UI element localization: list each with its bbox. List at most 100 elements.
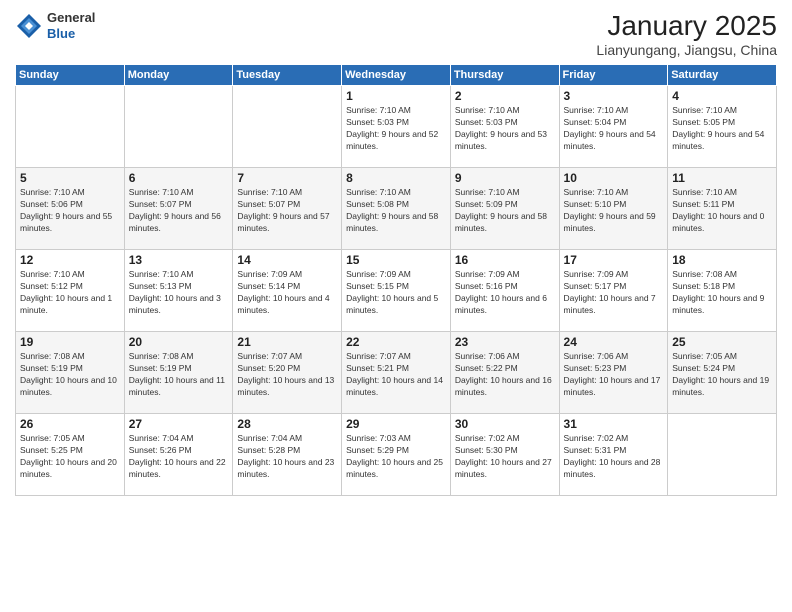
- day-info: Sunrise: 7:10 AM Sunset: 5:07 PM Dayligh…: [237, 187, 337, 235]
- day-info: Sunrise: 7:04 AM Sunset: 5:26 PM Dayligh…: [129, 433, 229, 481]
- day-number: 7: [237, 171, 337, 185]
- calendar-cell: 19 Sunrise: 7:08 AM Sunset: 5:19 PM Dayli…: [16, 332, 125, 414]
- calendar-cell: 14 Sunrise: 7:09 AM Sunset: 5:14 PM Dayli…: [233, 250, 342, 332]
- calendar-cell: 3Sunrise: 7:10 AM Sunset: 5:04 PM Daylig…: [559, 86, 668, 168]
- calendar-cell: 6 Sunrise: 7:10 AM Sunset: 5:07 PM Daylig…: [124, 168, 233, 250]
- calendar-cell: 8 Sunrise: 7:10 AM Sunset: 5:08 PM Daylig…: [342, 168, 451, 250]
- calendar-week-3: 19 Sunrise: 7:08 AM Sunset: 5:19 PM Dayli…: [16, 332, 777, 414]
- day-info: Sunrise: 7:10 AM Sunset: 5:11 PM Dayligh…: [672, 187, 772, 235]
- day-number: 28: [237, 417, 337, 431]
- col-friday: Friday: [559, 65, 668, 86]
- calendar-cell: 15Sunrise: 7:09 AM Sunset: 5:15 PM Dayli…: [342, 250, 451, 332]
- col-saturday: Saturday: [668, 65, 777, 86]
- day-number: 1: [346, 89, 446, 103]
- calendar: Sunday Monday Tuesday Wednesday Thursday…: [15, 64, 777, 496]
- calendar-week-2: 12Sunrise: 7:10 AM Sunset: 5:12 PM Dayli…: [16, 250, 777, 332]
- header: General Blue January 2025 Lianyungang, J…: [15, 10, 777, 58]
- day-number: 26: [20, 417, 120, 431]
- day-info: Sunrise: 7:07 AM Sunset: 5:20 PM Dayligh…: [237, 351, 337, 399]
- day-number: 24: [564, 335, 664, 349]
- calendar-cell: 21Sunrise: 7:07 AM Sunset: 5:20 PM Dayli…: [233, 332, 342, 414]
- calendar-cell: 31Sunrise: 7:02 AM Sunset: 5:31 PM Dayli…: [559, 414, 668, 496]
- calendar-cell: 27 Sunrise: 7:04 AM Sunset: 5:26 PM Dayli…: [124, 414, 233, 496]
- day-number: 17: [564, 253, 664, 267]
- calendar-cell: 29Sunrise: 7:03 AM Sunset: 5:29 PM Dayli…: [342, 414, 451, 496]
- day-info: Sunrise: 7:10 AM Sunset: 5:09 PM Dayligh…: [455, 187, 555, 235]
- day-info: Sunrise: 7:06 AM Sunset: 5:22 PM Dayligh…: [455, 351, 555, 399]
- day-info: Sunrise: 7:10 AM Sunset: 5:08 PM Dayligh…: [346, 187, 446, 235]
- day-info: Sunrise: 7:07 AM Sunset: 5:21 PM Dayligh…: [346, 351, 446, 399]
- day-number: 18: [672, 253, 772, 267]
- calendar-cell: 5Sunrise: 7:10 AM Sunset: 5:06 PM Daylig…: [16, 168, 125, 250]
- day-number: 12: [20, 253, 120, 267]
- day-number: 29: [346, 417, 446, 431]
- day-number: 27: [129, 417, 229, 431]
- calendar-cell: 24 Sunrise: 7:06 AM Sunset: 5:23 PM Dayli…: [559, 332, 668, 414]
- calendar-cell: 26 Sunrise: 7:05 AM Sunset: 5:25 PM Dayli…: [16, 414, 125, 496]
- calendar-cell: 18 Sunrise: 7:08 AM Sunset: 5:18 PM Dayli…: [668, 250, 777, 332]
- calendar-cell: 20Sunrise: 7:08 AM Sunset: 5:19 PM Dayli…: [124, 332, 233, 414]
- day-info: Sunrise: 7:06 AM Sunset: 5:23 PM Dayligh…: [564, 351, 664, 399]
- calendar-cell: [16, 86, 125, 168]
- calendar-cell: 1 Sunrise: 7:10 AM Sunset: 5:03 PM Daylig…: [342, 86, 451, 168]
- title-block: January 2025 Lianyungang, Jiangsu, China: [596, 10, 777, 58]
- calendar-cell: 9 Sunrise: 7:10 AM Sunset: 5:09 PM Daylig…: [450, 168, 559, 250]
- day-number: 9: [455, 171, 555, 185]
- day-info: Sunrise: 7:10 AM Sunset: 5:03 PM Dayligh…: [346, 105, 446, 153]
- calendar-cell: 7 Sunrise: 7:10 AM Sunset: 5:07 PM Daylig…: [233, 168, 342, 250]
- day-number: 11: [672, 171, 772, 185]
- calendar-cell: 11 Sunrise: 7:10 AM Sunset: 5:11 PM Dayli…: [668, 168, 777, 250]
- day-info: Sunrise: 7:09 AM Sunset: 5:15 PM Dayligh…: [346, 269, 446, 317]
- calendar-cell: 30Sunrise: 7:02 AM Sunset: 5:30 PM Dayli…: [450, 414, 559, 496]
- day-info: Sunrise: 7:10 AM Sunset: 5:03 PM Dayligh…: [455, 105, 555, 153]
- calendar-week-4: 26 Sunrise: 7:05 AM Sunset: 5:25 PM Dayli…: [16, 414, 777, 496]
- col-monday: Monday: [124, 65, 233, 86]
- day-number: 8: [346, 171, 446, 185]
- day-number: 10: [564, 171, 664, 185]
- calendar-cell: 25 Sunrise: 7:05 AM Sunset: 5:24 PM Dayli…: [668, 332, 777, 414]
- day-number: 23: [455, 335, 555, 349]
- day-info: Sunrise: 7:08 AM Sunset: 5:18 PM Dayligh…: [672, 269, 772, 317]
- day-info: Sunrise: 7:10 AM Sunset: 5:07 PM Dayligh…: [129, 187, 229, 235]
- day-info: Sunrise: 7:05 AM Sunset: 5:25 PM Dayligh…: [20, 433, 120, 481]
- day-number: 14: [237, 253, 337, 267]
- day-info: Sunrise: 7:09 AM Sunset: 5:14 PM Dayligh…: [237, 269, 337, 317]
- col-wednesday: Wednesday: [342, 65, 451, 86]
- day-info: Sunrise: 7:05 AM Sunset: 5:24 PM Dayligh…: [672, 351, 772, 399]
- calendar-cell: 2 Sunrise: 7:10 AM Sunset: 5:03 PM Daylig…: [450, 86, 559, 168]
- day-info: Sunrise: 7:08 AM Sunset: 5:19 PM Dayligh…: [20, 351, 120, 399]
- day-number: 4: [672, 89, 772, 103]
- page: General Blue January 2025 Lianyungang, J…: [0, 0, 792, 612]
- day-info: Sunrise: 7:10 AM Sunset: 5:10 PM Dayligh…: [564, 187, 664, 235]
- calendar-week-1: 5Sunrise: 7:10 AM Sunset: 5:06 PM Daylig…: [16, 168, 777, 250]
- day-info: Sunrise: 7:02 AM Sunset: 5:30 PM Dayligh…: [455, 433, 555, 481]
- calendar-cell: 13Sunrise: 7:10 AM Sunset: 5:13 PM Dayli…: [124, 250, 233, 332]
- calendar-cell: 23 Sunrise: 7:06 AM Sunset: 5:22 PM Dayli…: [450, 332, 559, 414]
- col-thursday: Thursday: [450, 65, 559, 86]
- month-title: January 2025: [596, 10, 777, 42]
- day-info: Sunrise: 7:10 AM Sunset: 5:13 PM Dayligh…: [129, 269, 229, 317]
- calendar-week-0: 1 Sunrise: 7:10 AM Sunset: 5:03 PM Daylig…: [16, 86, 777, 168]
- day-number: 19: [20, 335, 120, 349]
- col-tuesday: Tuesday: [233, 65, 342, 86]
- day-info: Sunrise: 7:10 AM Sunset: 5:06 PM Dayligh…: [20, 187, 120, 235]
- day-number: 6: [129, 171, 229, 185]
- calendar-cell: [233, 86, 342, 168]
- day-info: Sunrise: 7:02 AM Sunset: 5:31 PM Dayligh…: [564, 433, 664, 481]
- day-number: 22: [346, 335, 446, 349]
- day-number: 16: [455, 253, 555, 267]
- calendar-cell: [124, 86, 233, 168]
- col-sunday: Sunday: [16, 65, 125, 86]
- calendar-cell: 22 Sunrise: 7:07 AM Sunset: 5:21 PM Dayli…: [342, 332, 451, 414]
- day-info: Sunrise: 7:10 AM Sunset: 5:05 PM Dayligh…: [672, 105, 772, 153]
- day-info: Sunrise: 7:10 AM Sunset: 5:04 PM Dayligh…: [564, 105, 664, 153]
- calendar-cell: 17Sunrise: 7:09 AM Sunset: 5:17 PM Dayli…: [559, 250, 668, 332]
- day-info: Sunrise: 7:09 AM Sunset: 5:16 PM Dayligh…: [455, 269, 555, 317]
- day-number: 25: [672, 335, 772, 349]
- logo-icon: [15, 12, 43, 40]
- calendar-cell: 16 Sunrise: 7:09 AM Sunset: 5:16 PM Dayli…: [450, 250, 559, 332]
- day-number: 2: [455, 89, 555, 103]
- location-subtitle: Lianyungang, Jiangsu, China: [596, 42, 777, 58]
- logo-blue-text: Blue: [47, 26, 75, 41]
- calendar-cell: [668, 414, 777, 496]
